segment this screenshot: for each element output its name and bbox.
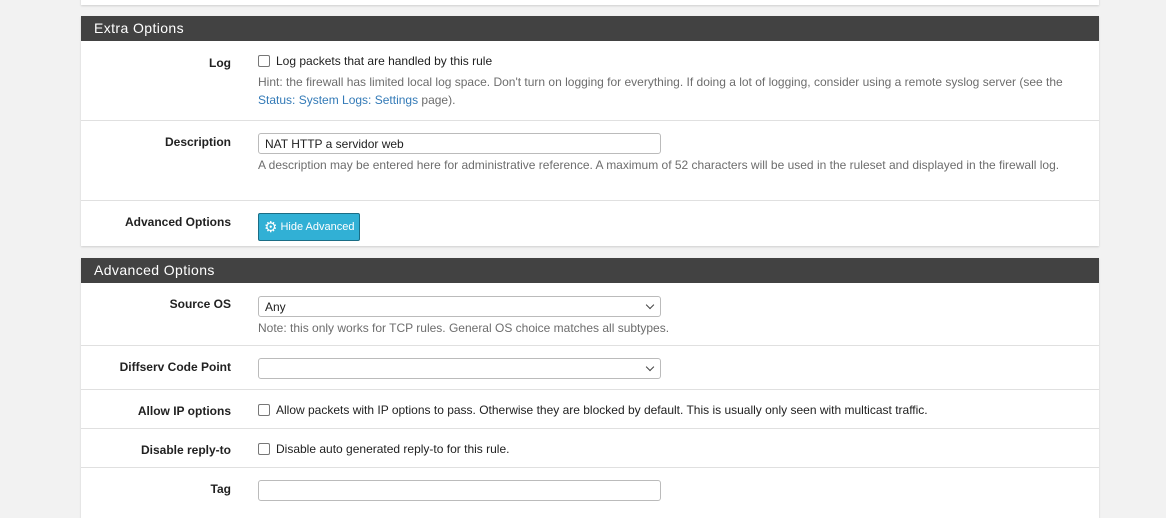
source-os-control: Any Note: this only works for TCP rules.… <box>258 296 1083 337</box>
advanced-options-panel: Advanced Options Source OS Any Note: thi… <box>81 258 1099 518</box>
previous-panel <box>81 0 1099 5</box>
log-hint: Hint: the firewall has limited local log… <box>258 73 1083 109</box>
description-input[interactable]: NAT HTTP a servidor web <box>258 133 661 154</box>
disable-reply-to-control: Disable auto generated reply-to for this… <box>258 442 1083 456</box>
source-os-row: Source OS Any Note: this only works for … <box>81 283 1099 345</box>
log-checkbox[interactable] <box>258 55 270 67</box>
diffserv-control <box>258 358 1083 379</box>
disable-reply-to-text: Disable auto generated reply-to for this… <box>276 442 510 456</box>
source-os-hint: Note: this only works for TCP rules. Gen… <box>258 321 670 335</box>
description-hint: A description may be entered here for ad… <box>258 158 1060 172</box>
description-label: Description <box>164 135 231 149</box>
tag-row: Tag <box>81 467 1099 517</box>
hide-advanced-label: Hide Advanced <box>280 221 355 233</box>
log-label: Log <box>209 56 231 70</box>
allow-ip-options-control: Allow packets with IP options to pass. O… <box>258 403 1083 417</box>
allow-ip-options-text: Allow packets with IP options to pass. O… <box>276 403 928 417</box>
extra-options-panel: Extra Options Log Log packets that are h… <box>81 16 1099 246</box>
log-control: Log packets that are handled by this rul… <box>258 54 1083 109</box>
source-os-label: Source OS <box>169 297 231 311</box>
diffserv-label: Diffserv Code Point <box>119 360 231 374</box>
hint-text-end: page). <box>418 93 456 107</box>
source-os-select[interactable]: Any <box>258 296 661 317</box>
tag-input[interactable] <box>258 480 661 501</box>
allow-ip-options-row: Allow IP options Allow packets with IP o… <box>81 389 1099 428</box>
disable-reply-to-label: Disable reply-to <box>140 443 231 457</box>
allow-ip-options-label: Allow IP options <box>137 404 231 418</box>
system-logs-settings-link[interactable]: Status: System Logs: Settings <box>258 93 418 107</box>
advanced-options-row: Advanced Options ⚙ Hide Advanced <box>81 200 1099 246</box>
gear-icon: ⚙ <box>264 219 278 236</box>
advanced-options-label: Advanced Options <box>124 215 231 229</box>
disable-reply-to-row: Disable reply-to Disable auto generated … <box>81 428 1099 467</box>
tag-label: Tag <box>210 482 231 496</box>
panel-title: Extra Options <box>81 16 1099 41</box>
advanced-options-control: ⚙ Hide Advanced <box>258 213 1083 241</box>
hide-advanced-button[interactable]: ⚙ Hide Advanced <box>258 213 361 241</box>
disable-reply-to-checkbox[interactable] <box>258 443 270 455</box>
hint-text: Hint: the firewall has limited local log… <box>258 75 1063 89</box>
diffserv-select[interactable] <box>258 358 661 379</box>
log-checkbox-label: Log packets that are handled by this rul… <box>276 54 493 68</box>
diffserv-row: Diffserv Code Point <box>81 345 1099 389</box>
panel-title: Advanced Options <box>81 258 1099 283</box>
allow-ip-options-checkbox[interactable] <box>258 404 270 416</box>
tag-control <box>258 480 1083 501</box>
description-row: Description NAT HTTP a servidor web A de… <box>81 120 1099 200</box>
log-row: Log Log packets that are handled by this… <box>81 41 1099 120</box>
description-control: NAT HTTP a servidor web A description ma… <box>258 133 1083 174</box>
